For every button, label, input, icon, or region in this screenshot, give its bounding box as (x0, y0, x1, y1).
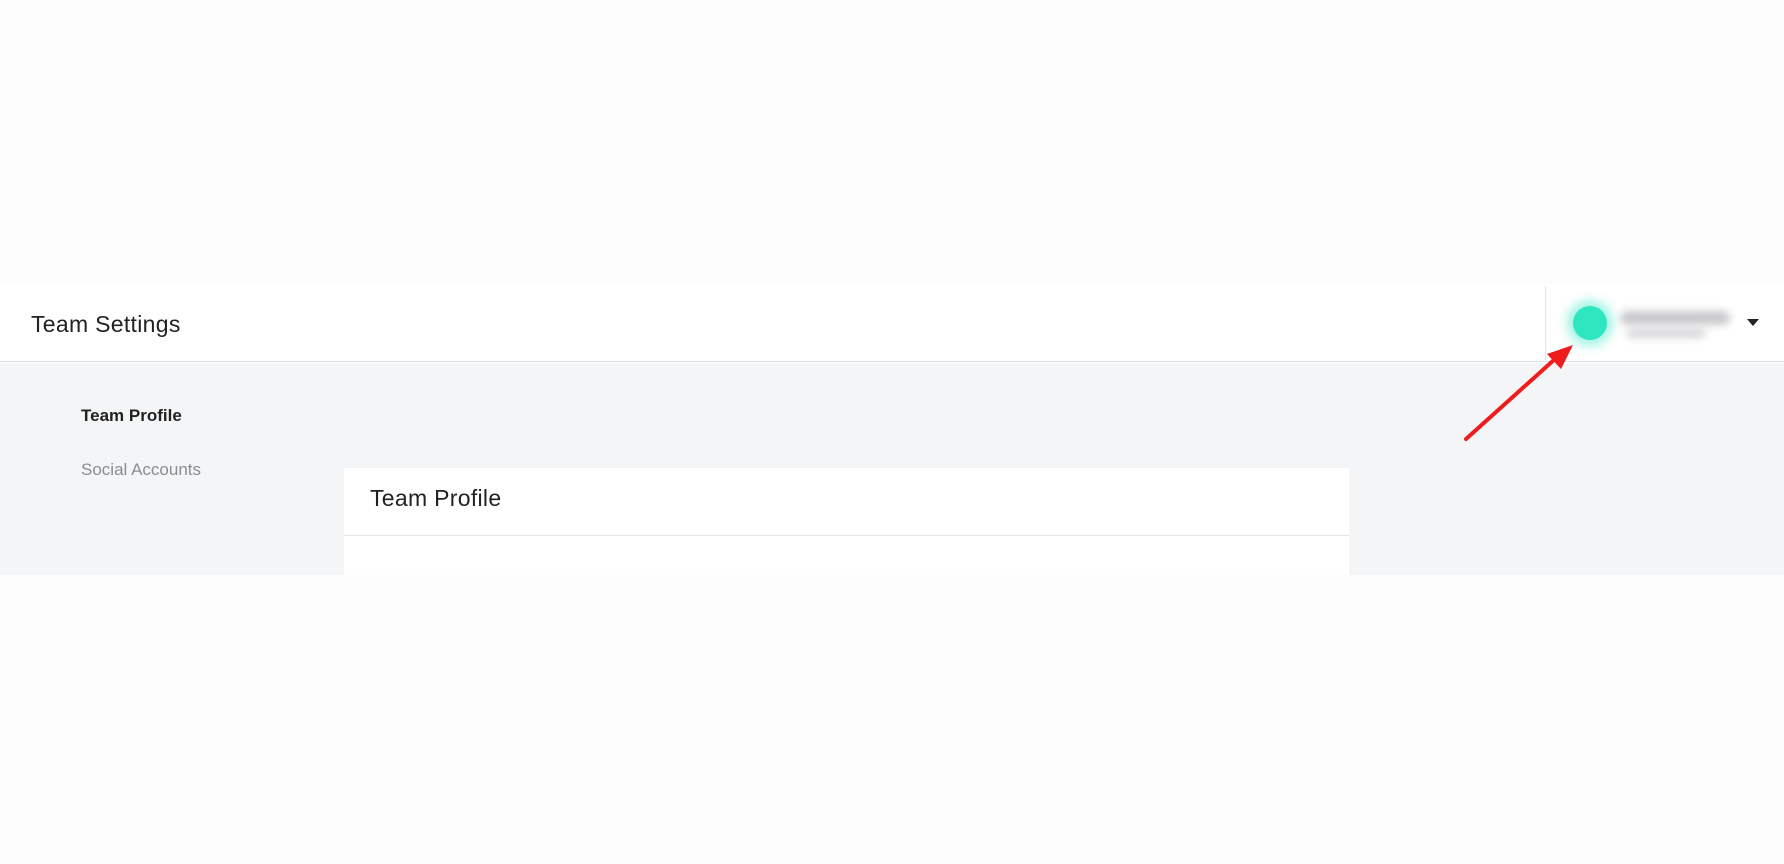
user-subtitle-blurred (1626, 328, 1706, 338)
settings-sidebar: Team Profile Social Accounts (81, 404, 301, 512)
team-profile-panel: Team Profile (344, 468, 1349, 575)
page: Team Settings Team Profile Social Accoun… (0, 0, 1784, 864)
user-name-blurred (1620, 311, 1730, 325)
header-divider (1545, 286, 1546, 360)
page-title: Team Settings (31, 311, 181, 337)
sidebar-item-social-accounts[interactable]: Social Accounts (81, 458, 301, 482)
sidebar-item-team-profile[interactable]: Team Profile (81, 404, 301, 428)
user-menu-button[interactable] (1560, 297, 1774, 347)
panel-header: Team Profile (344, 468, 1349, 536)
chevron-down-icon[interactable] (1747, 319, 1759, 326)
panel-title: Team Profile (370, 485, 502, 511)
app-window: Team Settings Team Profile Social Accoun… (0, 284, 1784, 575)
avatar[interactable] (1573, 306, 1607, 340)
top-bar: Team Settings (0, 284, 1784, 362)
